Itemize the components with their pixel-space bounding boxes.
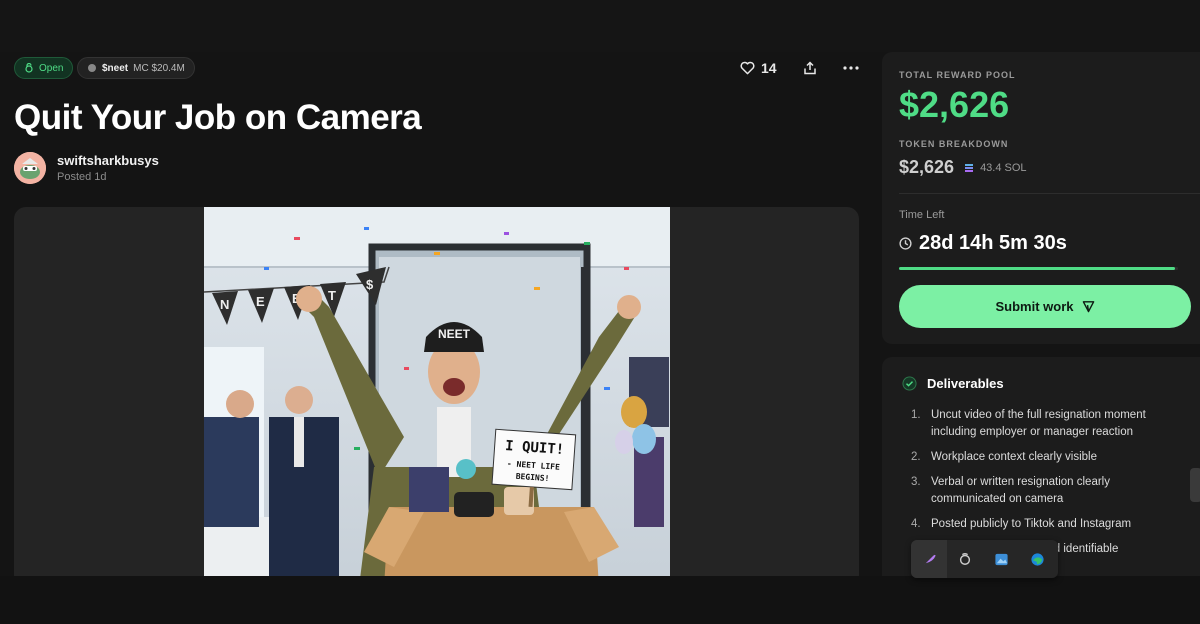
item-text: Workplace context clearly visible: [931, 451, 1097, 463]
time-left-label: Time Left: [899, 209, 945, 221]
posted-time: Posted 1d: [57, 171, 107, 183]
breakdown-label: TOKEN BREAKDOWN: [899, 139, 1009, 149]
item-number: 2.: [911, 451, 921, 463]
like-button[interactable]: 14: [740, 60, 777, 76]
breakdown-usd: $2,626: [899, 157, 955, 177]
image-icon: [994, 553, 1008, 565]
token-mc: MC $20.4M: [133, 62, 185, 74]
token-symbol: $neet: [102, 62, 129, 74]
divider: [899, 193, 1200, 194]
progress-fill: [899, 267, 1176, 270]
like-count: 14: [761, 60, 777, 76]
banner-letter: T: [328, 288, 336, 303]
shark-avatar-icon: [14, 152, 46, 184]
countdown-value: 28d 14h 5m 30s: [919, 232, 1067, 254]
solana-icon: [965, 163, 974, 172]
heart-icon: [740, 61, 755, 75]
edge-browser-button[interactable]: [1019, 540, 1055, 578]
submit-label: Submit work: [995, 299, 1074, 314]
deliverables-title: Deliverables: [927, 376, 1004, 391]
token-icon: [88, 64, 96, 72]
share-button[interactable]: [803, 61, 817, 75]
item-text: Verbal or written resignation clearly co…: [931, 476, 1110, 505]
list-item: 4. Posted publicly to Tiktok and Instagra…: [911, 516, 1159, 533]
reward-card: TOTAL REWARD POOL $2,626 TOKEN BREAKDOWN…: [882, 52, 1200, 344]
item-number: 4.: [911, 518, 921, 530]
scrollbar-handle[interactable]: [1190, 468, 1200, 502]
status-badge: Open: [14, 57, 74, 79]
cap-text: NEET: [438, 327, 471, 341]
media-card: N E E T $: [14, 207, 859, 587]
banner-letter: N: [220, 297, 229, 312]
item-number: 1.: [911, 409, 921, 421]
more-options-button[interactable]: [842, 66, 859, 70]
list-item: 3. Verbal or written resignation clearly …: [911, 474, 1159, 508]
feather-tool-button[interactable]: [911, 540, 947, 578]
ring-tool-button[interactable]: [947, 540, 983, 578]
submit-work-button[interactable]: Submit work: [899, 285, 1191, 328]
share-icon: [803, 61, 816, 75]
status-label: Open: [39, 62, 64, 74]
list-item: 2. Workplace context clearly visible: [911, 449, 1159, 466]
pool-amount: $2,626: [899, 84, 1010, 125]
countdown: 28d 14h 5m 30s: [899, 232, 1067, 255]
bottom-bar: [0, 576, 1200, 624]
clock-icon: [899, 237, 912, 250]
feather-icon: [923, 554, 936, 565]
post-image[interactable]: N E E T $: [204, 207, 670, 587]
item-text: Posted publicly to Tiktok and Instagram: [931, 518, 1132, 530]
banner-letter: $: [366, 277, 374, 292]
token-breakdown: $2,626 43.4 SOL: [899, 157, 1027, 178]
lock-open-icon: [25, 63, 33, 73]
item-text: Uncut video of the full resignation mome…: [931, 409, 1146, 438]
sol-amount: 43.4 SOL: [964, 161, 1027, 174]
sol-value: 43.4 SOL: [980, 161, 1027, 174]
top-bar: [0, 0, 1200, 52]
post-actions: 14: [740, 60, 859, 76]
page-title: Quit Your Job on Camera: [14, 98, 422, 137]
image-tool-button[interactable]: [983, 540, 1019, 578]
list-item: 1. Uncut video of the full resignation mo…: [911, 407, 1159, 441]
send-icon: [1082, 301, 1094, 313]
floating-toolbar: [911, 540, 1058, 578]
author-info[interactable]: swiftsharkbusys Posted 1d: [14, 152, 159, 184]
check-circle-icon: [902, 376, 917, 391]
author-username[interactable]: swiftsharkbusys: [57, 153, 159, 168]
item-number: 3.: [911, 476, 921, 488]
deliverables-header: Deliverables: [902, 376, 1004, 391]
avatar[interactable]: [14, 152, 46, 184]
time-progress-bar: [899, 267, 1178, 270]
edge-icon: [1030, 552, 1044, 566]
pool-label: TOTAL REWARD POOL: [899, 70, 1016, 80]
token-badge[interactable]: $neet MC $20.4M: [77, 57, 195, 79]
ring-icon: [959, 553, 971, 565]
more-icon: [842, 66, 859, 70]
banner-letter: E: [256, 294, 265, 309]
